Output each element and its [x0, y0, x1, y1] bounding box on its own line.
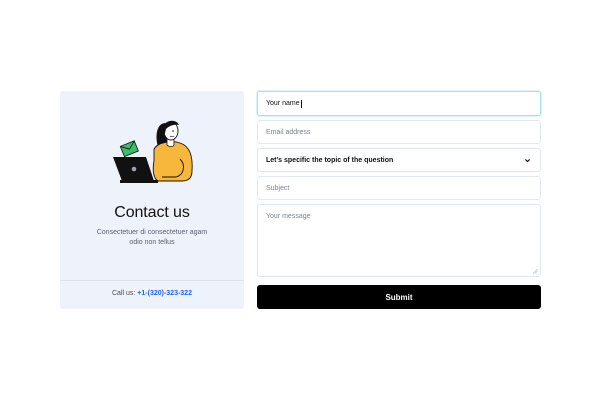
topic-selected-value: Let's specific the topic of the question: [266, 156, 394, 164]
topic-select[interactable]: Let's specific the topic of the question: [257, 148, 541, 172]
name-field[interactable]: Your name: [257, 91, 541, 116]
submit-button[interactable]: Submit: [257, 285, 541, 309]
contact-title: Contact us: [114, 204, 190, 221]
email-field[interactable]: Email address: [257, 120, 541, 144]
contact-description: Consectetuer di consectetuer agam odio n…: [96, 229, 208, 246]
resize-grip-icon[interactable]: [532, 268, 538, 274]
message-placeholder: Your message: [266, 213, 311, 220]
text-caret: [300, 99, 302, 108]
message-textarea[interactable]: Your message: [257, 204, 541, 277]
email-placeholder: Email address: [266, 128, 311, 136]
subject-field[interactable]: Subject: [257, 176, 541, 200]
subject-placeholder: Subject: [266, 184, 290, 192]
person-with-laptop-illustration: [113, 120, 193, 183]
call-us-label: Call us:: [112, 290, 136, 297]
divider: [60, 280, 244, 281]
phone-link[interactable]: +1-(320)-323-322: [137, 290, 192, 297]
chevron-down-icon: [525, 158, 530, 162]
call-us-line: Call us: +1-(320)-323-322: [60, 290, 244, 297]
contact-info-card: Contact us Consectetuer di consectetuer …: [60, 91, 244, 309]
name-value: Your name: [266, 100, 300, 107]
contact-page: Contact us Consectetuer di consectetuer …: [0, 0, 600, 400]
